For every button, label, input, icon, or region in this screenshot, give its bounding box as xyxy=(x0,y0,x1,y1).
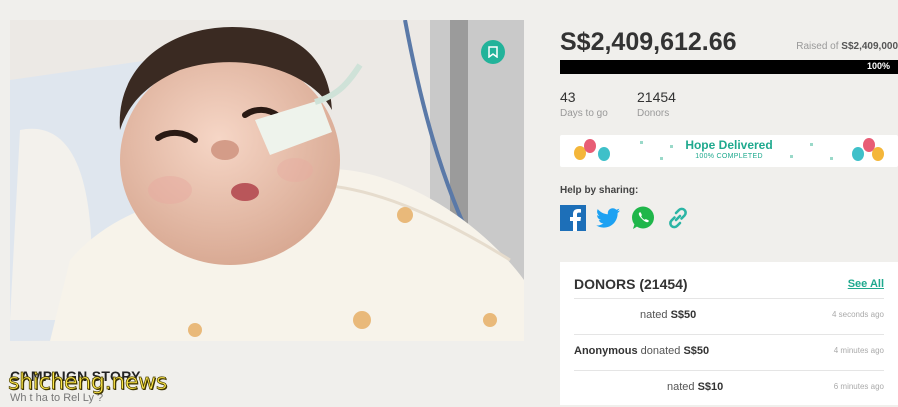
donor-time: 6 minutes ago xyxy=(833,382,884,391)
donor-amount: S$10 xyxy=(697,381,724,393)
days-to-go-label: Days to go xyxy=(560,108,608,119)
donors-value: 21454 xyxy=(637,89,676,105)
donor-text: nated S$50 xyxy=(640,309,696,321)
donor-text: nated S$10 xyxy=(667,381,723,393)
raised-prefix: Raised of xyxy=(796,41,842,52)
twitter-icon[interactable] xyxy=(595,205,621,231)
hope-delivered-title: Hope Delivered xyxy=(685,138,773,152)
donors-title: DONORS (21454) xyxy=(574,276,688,292)
facebook-icon[interactable] xyxy=(560,205,586,231)
donor-name: Anonymous xyxy=(574,345,638,357)
hope-delivered-subtitle: 100% COMPLETED xyxy=(695,153,763,160)
donors-label: Donors xyxy=(637,108,670,119)
raised-amount: S$2,409,612.66 xyxy=(560,28,737,56)
hope-delivered-banner: Hope Delivered 100% COMPLETED xyxy=(560,135,898,167)
share-icons xyxy=(560,205,691,231)
donor-amount: S$50 xyxy=(670,309,697,321)
whatsapp-icon[interactable] xyxy=(630,205,656,231)
donor-amount: S$50 xyxy=(683,345,710,357)
donor-action: nated xyxy=(640,309,668,321)
donor-row: nated S$10 6 minutes ago xyxy=(574,370,884,407)
raised-target: S$2,409,000 xyxy=(841,41,898,52)
donor-row: Anonymous donated S$50 4 minutes ago xyxy=(574,334,884,371)
progress-label: 100% xyxy=(866,61,890,71)
donor-text: Anonymous donated S$50 xyxy=(574,345,709,357)
donor-row: nated S$50 4 seconds ago xyxy=(574,298,884,335)
bookmark-button[interactable] xyxy=(481,40,505,64)
watermark-text: shicheng.news xyxy=(8,370,168,396)
donor-action: donated xyxy=(637,345,684,357)
see-all-link[interactable]: See All xyxy=(848,278,884,290)
donor-time: 4 minutes ago xyxy=(833,346,884,355)
days-to-go-value: 43 xyxy=(560,89,576,105)
donor-action: nated xyxy=(667,381,698,393)
bookmark-icon xyxy=(488,46,498,58)
donor-time: 4 seconds ago xyxy=(831,310,884,319)
share-label: Help by sharing: xyxy=(560,185,639,196)
campaign-photo xyxy=(10,20,524,341)
baby-photo-illustration xyxy=(10,20,524,341)
link-icon[interactable] xyxy=(665,205,691,231)
progress-bar: 100% xyxy=(560,60,898,74)
donors-card: DONORS (21454) See All nated S$50 4 seco… xyxy=(560,262,898,405)
raised-of-target: Raised of S$2,409,000 xyxy=(796,41,898,52)
